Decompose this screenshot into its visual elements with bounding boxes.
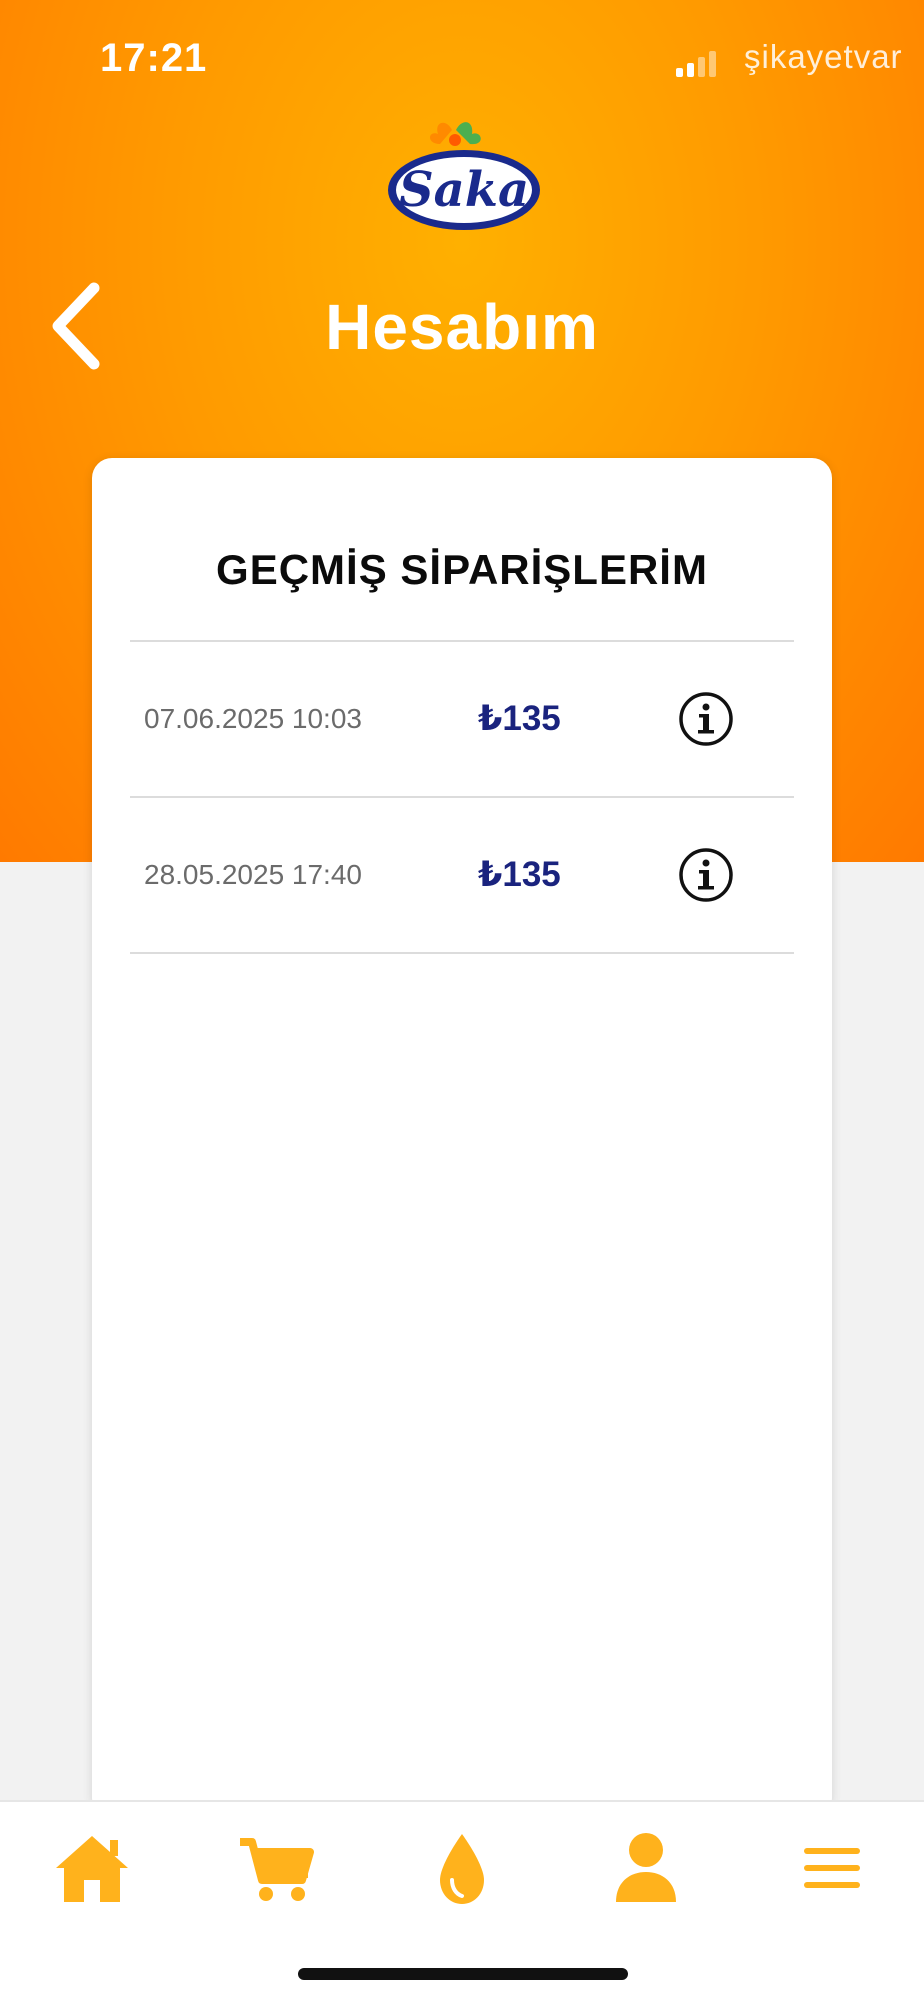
order-date: 07.06.2025 10:03 — [144, 703, 362, 734]
water-drop-icon[interactable] — [422, 1828, 502, 1908]
home-indicator — [298, 1968, 628, 1980]
status-time: 17:21 — [100, 36, 208, 80]
order-history-card: GEÇMİŞ SİPARİŞLERİM 07.06.2025 10:03 ₺13… — [92, 458, 832, 1818]
watermark-text: şikayetvar — [744, 38, 903, 75]
home-icon[interactable] — [52, 1828, 132, 1908]
info-icon[interactable] — [678, 691, 734, 747]
info-icon[interactable] — [678, 847, 734, 903]
order-amount: ₺135 — [478, 699, 561, 738]
saka-logo: Saka — [388, 122, 540, 230]
menu-icon[interactable] — [792, 1828, 872, 1908]
svg-text:Saka: Saka — [399, 162, 529, 218]
signal-strength-icon — [676, 51, 716, 77]
order-amount: ₺135 — [478, 855, 561, 894]
profile-icon[interactable] — [606, 1828, 686, 1908]
cart-icon[interactable] — [236, 1828, 316, 1908]
order-row: 07.06.2025 10:03 ₺135 — [130, 642, 794, 796]
order-row: 28.05.2025 17:40 ₺135 — [130, 798, 794, 952]
page-title: Hesabım — [325, 291, 599, 363]
order-date: 28.05.2025 17:40 — [144, 859, 362, 890]
divider — [130, 952, 794, 954]
order-history-title: GEÇMİŞ SİPARİŞLERİM — [216, 546, 708, 593]
